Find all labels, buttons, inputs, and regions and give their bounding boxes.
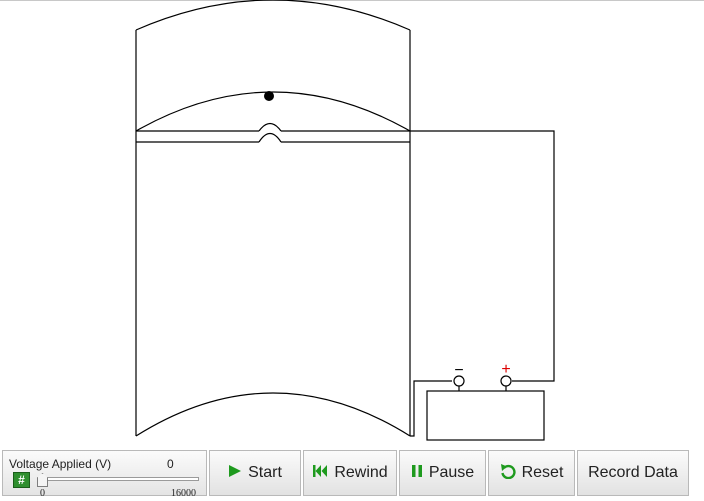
reset-button[interactable]: Reset — [488, 450, 575, 496]
positive-terminal-label: + — [501, 361, 510, 378]
record-data-label: Record Data — [588, 464, 678, 481]
voltage-value: 0 — [167, 457, 174, 471]
oil-drop — [264, 91, 274, 101]
start-label: Start — [248, 464, 282, 481]
record-data-button[interactable]: Record Data — [577, 450, 689, 496]
voltage-label: Voltage Applied (V) — [9, 457, 112, 471]
lower-chamber — [135, 142, 411, 437]
battery — [426, 375, 545, 441]
voltage-slider-panel: Voltage Applied (V) 0 # 0 16000 — [2, 450, 207, 499]
rewind-button[interactable]: Rewind — [303, 450, 397, 496]
top-plate — [135, 122, 411, 143]
slider-max-label: 16000 — [171, 488, 196, 499]
reset-icon — [500, 463, 516, 483]
pause-icon — [411, 464, 423, 482]
rewind-label: Rewind — [334, 464, 388, 481]
upper-chamber — [135, 0, 411, 132]
play-icon — [228, 464, 242, 482]
start-button[interactable]: Start — [209, 450, 301, 496]
pause-label: Pause — [428, 464, 475, 481]
reset-label: Reset — [521, 464, 564, 481]
slider-min-label: 0 — [40, 488, 45, 499]
control-toolbar: Voltage Applied (V) 0 # 0 16000 Start Re… — [2, 450, 702, 499]
apparatus-diagram: − + — [135, 0, 555, 441]
circuit-wires — [410, 130, 555, 437]
negative-terminal-label: − — [454, 362, 463, 379]
voltage-slider-track[interactable] — [37, 477, 199, 481]
voltage-slider-thumb[interactable] — [37, 473, 48, 487]
pause-button[interactable]: Pause — [399, 450, 486, 496]
rewind-icon — [312, 464, 328, 482]
hash-icon[interactable]: # — [13, 472, 30, 488]
